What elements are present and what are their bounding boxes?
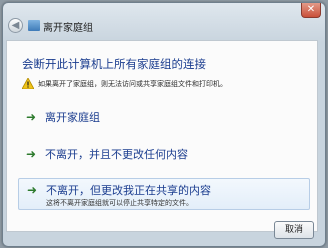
dialog-heading: 会断开此计算机上所有家庭组的连接 (22, 57, 206, 71)
warning-icon (22, 78, 34, 89)
option-label: 不离开，并且不更改任何内容 (45, 148, 188, 161)
arrow-right-icon: ➜ (27, 183, 38, 197)
stay-change-sharing-option[interactable]: ➜ 不离开，但更改我正在共享的内容 这将不离开家庭组就可以停止共享特定的文件。 (18, 178, 310, 210)
window-title: 离开家庭组 (43, 23, 93, 34)
arrow-right-icon: ➜ (26, 110, 37, 124)
arrow-right-icon: ➜ (26, 147, 37, 161)
option-label: 不离开，但更改我正在共享的内容 (46, 184, 211, 197)
warning-text: 如果离开了家庭组，则无法访问或共享家庭组文件和打印机。 (38, 80, 227, 88)
back-button[interactable]: ◀ (8, 18, 23, 33)
close-icon: ✕ (306, 4, 316, 15)
stay-no-change-option[interactable]: ➜ 不离开，并且不更改任何内容 (18, 143, 308, 169)
option-label: 离开家庭组 (45, 111, 100, 124)
close-button[interactable]: ✕ (301, 3, 321, 18)
back-icon: ◀ (11, 20, 20, 31)
cancel-button[interactable]: 取消 (274, 221, 314, 239)
option-description: 这将不离开家庭组就可以停止共享特定的文件。 (46, 199, 193, 207)
homegroup-icon (28, 20, 40, 31)
leave-homegroup-option[interactable]: ➜ 离开家庭组 (18, 106, 308, 132)
